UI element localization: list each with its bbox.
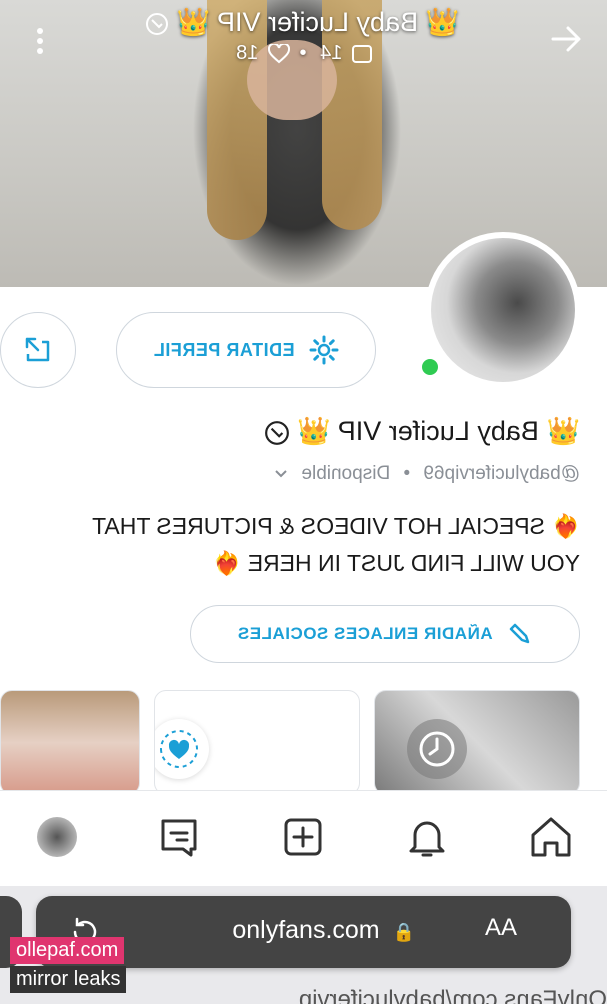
media-tile[interactable]: [374, 690, 580, 795]
media-tile[interactable]: [154, 690, 360, 795]
add-social-links-button[interactable]: AÑADIR ENLACES SOCIALES: [190, 605, 580, 663]
media-icon: [351, 44, 372, 63]
add-social-links-label: AÑADIR ENLACES SOCIALES: [237, 624, 493, 643]
bell-icon[interactable]: [403, 813, 451, 861]
header-title-text: Baby Lucifer VIP: [217, 7, 419, 37]
top-bar: 👑 Baby Lucifer VIP 👑 14 • 18: [0, 0, 607, 80]
tab-bar: [0, 790, 607, 887]
add-post-icon[interactable]: [279, 813, 327, 861]
heart-badge-icon: [154, 719, 209, 779]
header-counts: 14 • 18: [87, 42, 517, 65]
media-tile[interactable]: [0, 690, 140, 795]
home-icon[interactable]: [527, 813, 575, 861]
verified-icon: [264, 420, 289, 445]
edit-profile-label: EDITAR PERFIL: [153, 339, 295, 360]
gear-icon: [309, 335, 339, 365]
crown-icon: 👑: [546, 416, 580, 446]
profile-name: 👑 Baby Lucifer VIP 👑: [27, 415, 580, 447]
url-text: onlyfans.com 🔒: [232, 916, 415, 945]
profile-tab-avatar[interactable]: [37, 817, 77, 857]
header-title: 👑 Baby Lucifer VIP 👑: [87, 6, 517, 38]
heart-icon: [267, 42, 290, 64]
bio-emoji: ❤️‍🔥: [212, 550, 242, 576]
watermark-line-2: mirror leaks: [10, 966, 127, 993]
bio-emoji: ❤️‍🔥: [551, 513, 580, 539]
status-separator: •: [403, 463, 411, 484]
crown-icon: 👑: [297, 416, 331, 446]
likes-count: 18: [236, 42, 259, 65]
header-title-block: 👑 Baby Lucifer VIP 👑 14 • 18: [87, 6, 517, 65]
status-text[interactable]: Disponible: [301, 463, 390, 484]
messages-icon[interactable]: [155, 813, 203, 861]
mirrored-screen: 👑 Baby Lucifer VIP 👑 14 • 18 EDITAR PERF…: [0, 0, 607, 1004]
crown-icon: 👑: [425, 7, 460, 37]
pencil-icon: [509, 623, 529, 644]
handle-row: @babylucifervip69 • Disponible: [27, 463, 580, 485]
chevron-down-icon[interactable]: [274, 469, 288, 479]
url-label: onlyfans.com: [232, 916, 380, 944]
counts-separator: •: [299, 42, 307, 65]
verified-icon: [145, 12, 168, 35]
media-count: 14: [320, 42, 343, 65]
lock-icon: 🔒: [392, 922, 415, 942]
bio-line-1: SPECIAL HOT VIDEOS & PICTURES THAT: [92, 513, 545, 539]
more-options-icon[interactable]: [33, 26, 47, 56]
crown-icon: 👑: [176, 7, 210, 37]
bio: ❤️‍🔥 SPECIAL HOT VIDEOS & PICTURES THAT …: [27, 508, 580, 582]
watermark-line-1: ollepaf.com: [10, 937, 125, 964]
share-icon: [25, 337, 50, 362]
online-status-dot: [419, 356, 441, 378]
edit-profile-button[interactable]: EDITAR PERFIL: [116, 312, 376, 388]
bio-line-2: YOU WILL FIND JUST IN HERE: [247, 550, 580, 576]
profile-handle[interactable]: @babylucifervip69: [423, 463, 580, 484]
share-button[interactable]: [0, 312, 76, 388]
back-arrow-icon[interactable]: [549, 22, 583, 56]
clock-icon: [407, 719, 467, 779]
profile-name-text: Baby Lucifer VIP: [338, 416, 539, 446]
avatar[interactable]: [419, 232, 581, 388]
text-size-button[interactable]: AA: [485, 914, 517, 942]
